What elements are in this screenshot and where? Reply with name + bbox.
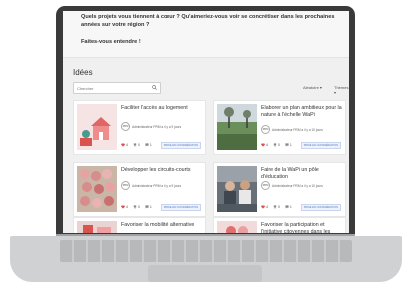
author-name[interactable]: Administrateur PRM bbox=[272, 184, 301, 188]
card-date: a il y a 10 jours bbox=[301, 127, 323, 132]
card-title[interactable]: Favoriser la participation et l'initiati… bbox=[261, 222, 343, 233]
avatar: PRM bbox=[261, 181, 270, 190]
search-icon[interactable] bbox=[152, 85, 157, 90]
like-count[interactable]: 4 bbox=[121, 143, 128, 147]
comment-count[interactable]: 1 bbox=[285, 143, 292, 147]
author-name[interactable]: Administrateur PRM bbox=[132, 184, 161, 188]
heart-icon bbox=[261, 205, 265, 209]
avatar: PRM bbox=[121, 181, 130, 190]
like-count[interactable]: 4 bbox=[121, 205, 128, 209]
card-stats: 4 0 1 bbox=[261, 205, 297, 209]
idea-card-participation[interactable]: Favoriser la participation et l'initiati… bbox=[213, 217, 346, 233]
intro-question: Quels projets vous tiennent à cœur ? Qu'… bbox=[81, 14, 335, 28]
comment-count[interactable]: 1 bbox=[145, 143, 152, 147]
search-box[interactable] bbox=[73, 82, 161, 94]
card-thumbnail bbox=[77, 104, 117, 150]
status-badge: PRISE EN CONSIDÉRATION bbox=[300, 204, 341, 211]
idea-card-short-circuits[interactable]: Développer les circuits-courts PRM Admin… bbox=[73, 162, 206, 217]
card-title[interactable]: Développer les circuits-courts bbox=[121, 167, 203, 174]
card-thumbnail bbox=[217, 104, 257, 150]
avatar: PRM bbox=[261, 125, 270, 134]
comment-icon bbox=[285, 143, 289, 147]
idea-card-nature[interactable]: Elaborer un plan ambitieux pour la natur… bbox=[213, 100, 346, 155]
heart-icon bbox=[261, 143, 265, 147]
card-date: a il y a 10 jours bbox=[301, 183, 323, 188]
intro-cta: Faites-vous entendre ! bbox=[81, 39, 141, 45]
card-date: a il y a 9 jours bbox=[161, 124, 182, 129]
card-thumbnail bbox=[77, 166, 117, 212]
card-stats: 4 0 1 bbox=[261, 143, 297, 147]
search-input[interactable] bbox=[77, 84, 143, 92]
card-stats: 4 0 1 bbox=[121, 143, 157, 147]
card-author: PRM Administrateur PRM a il y a 10 jours bbox=[261, 125, 342, 134]
card-stats: 4 0 1 bbox=[121, 205, 157, 209]
dislike-count[interactable]: 0 bbox=[133, 143, 140, 147]
comment-icon bbox=[285, 205, 289, 209]
card-thumbnail bbox=[77, 221, 117, 233]
laptop: Quels projets vous tiennent à cœur ? Qu'… bbox=[0, 0, 410, 289]
themes-label: Thèmes bbox=[334, 85, 349, 90]
like-count[interactable]: 4 bbox=[261, 143, 268, 147]
comment-count[interactable]: 1 bbox=[145, 205, 152, 209]
card-thumbnail bbox=[217, 166, 257, 212]
card-title[interactable]: Favoriser la mobilité alternative bbox=[121, 222, 203, 229]
card-title[interactable]: Faciliter l'accès au logement bbox=[121, 105, 203, 112]
card-author: PRM Administrateur PRM a il y a 9 jours bbox=[121, 122, 202, 131]
section-title: Idées bbox=[73, 68, 93, 77]
intro-banner: Quels projets vous tiennent à cœur ? Qu'… bbox=[63, 11, 349, 58]
sort-label: Aléatoire bbox=[303, 85, 319, 90]
heart-icon bbox=[121, 205, 125, 209]
comment-count[interactable]: 1 bbox=[285, 205, 292, 209]
thumb-down-icon bbox=[273, 205, 277, 209]
idea-card-housing[interactable]: Faciliter l'accès au logement PRM Admini… bbox=[73, 100, 206, 155]
themes-dropdown[interactable]: Thèmes ▾ bbox=[334, 85, 349, 95]
thumb-down-icon bbox=[133, 143, 137, 147]
sort-dropdown[interactable]: Aléatoire ▾ bbox=[303, 85, 322, 90]
touchpad bbox=[148, 265, 262, 282]
author-name[interactable]: Administrateur PRM bbox=[132, 125, 161, 129]
status-badge: PRISE EN CONSIDÉRATION bbox=[160, 204, 201, 211]
thumb-down-icon bbox=[273, 143, 277, 147]
avatar: PRM bbox=[121, 122, 130, 131]
card-title[interactable]: Elaborer un plan ambitieux pour la natur… bbox=[261, 105, 343, 118]
card-title[interactable]: Faire de la WaPi un pôle d'éducation bbox=[261, 167, 343, 180]
keyboard bbox=[60, 240, 352, 262]
laptop-screen: Quels projets vous tiennent à cœur ? Qu'… bbox=[63, 11, 349, 233]
heart-icon bbox=[121, 143, 125, 147]
dislike-count[interactable]: 0 bbox=[273, 143, 280, 147]
idea-card-mobility[interactable]: Favoriser la mobilité alternative bbox=[73, 217, 206, 233]
status-badge: PRISE EN CONSIDÉRATION bbox=[160, 142, 201, 149]
card-date: a il y a 9 jours bbox=[161, 183, 182, 188]
comment-icon bbox=[145, 205, 149, 209]
comment-icon bbox=[145, 143, 149, 147]
dislike-count[interactable]: 0 bbox=[133, 205, 140, 209]
card-author: PRM Administrateur PRM a il y a 10 jours bbox=[261, 181, 342, 190]
author-name[interactable]: Administrateur PRM bbox=[272, 128, 301, 132]
idea-card-education[interactable]: Faire de la WaPi un pôle d'éducation PRM… bbox=[213, 162, 346, 217]
card-author: PRM Administrateur PRM a il y a 9 jours bbox=[121, 181, 202, 190]
thumb-down-icon bbox=[133, 205, 137, 209]
card-thumbnail bbox=[217, 221, 257, 233]
like-count[interactable]: 4 bbox=[261, 205, 268, 209]
status-badge: PRISE EN CONSIDÉRATION bbox=[300, 142, 341, 149]
dislike-count[interactable]: 0 bbox=[273, 205, 280, 209]
